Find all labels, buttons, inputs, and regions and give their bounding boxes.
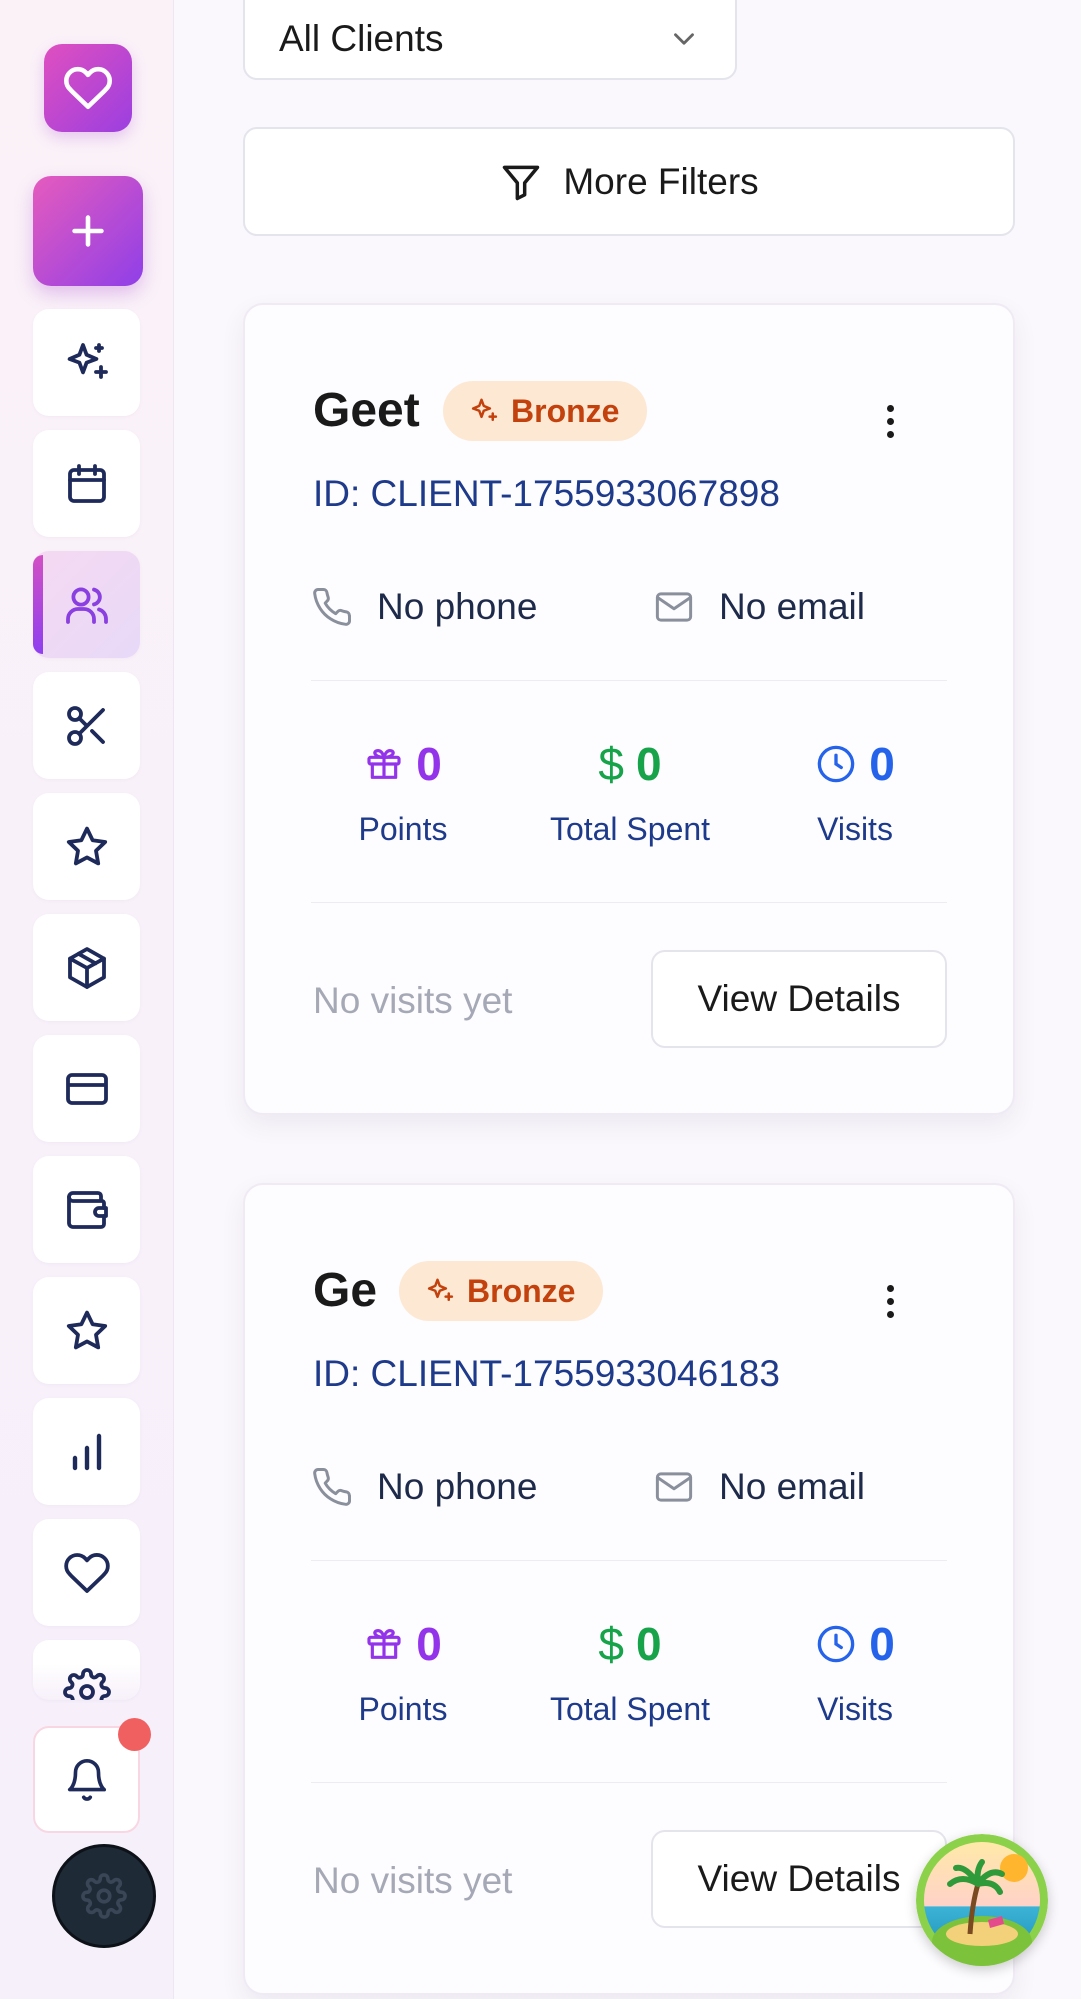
scissors-icon <box>66 705 105 746</box>
app-logo[interactable] <box>44 44 132 132</box>
nav-item-reviews[interactable] <box>33 793 140 900</box>
phone-icon <box>313 588 351 626</box>
phone-text: No phone <box>377 1466 538 1507</box>
points-label: Points <box>358 811 448 847</box>
points-stat: 0 Points <box>303 737 503 848</box>
sparkles-icon <box>471 398 498 421</box>
gift-icon <box>367 1629 401 1659</box>
client-phone: No phone <box>311 1466 537 1508</box>
spent-value: 0 <box>636 1618 662 1670</box>
nav-item-wallet[interactable] <box>33 1156 140 1263</box>
nav-item-favorites[interactable] <box>33 1519 140 1626</box>
add-button[interactable] <box>33 176 143 286</box>
divider <box>311 902 947 903</box>
filter-icon <box>503 165 540 200</box>
island-icon <box>916 1834 1048 1966</box>
credit-card-icon <box>65 1072 108 1105</box>
nav-item-calendar[interactable] <box>33 430 140 537</box>
users-icon <box>65 586 108 624</box>
clock-icon <box>817 745 855 783</box>
points-stat: 0 Points <box>303 1617 503 1728</box>
more-filters-label: More Filters <box>563 160 759 202</box>
wallet-icon <box>66 1190 108 1229</box>
view-details-button[interactable]: View Details <box>651 1830 947 1928</box>
divider <box>311 680 947 681</box>
chevron-down-icon <box>674 33 694 45</box>
phone-icon <box>313 1468 351 1506</box>
divider <box>311 1560 947 1561</box>
sidebar <box>0 0 174 1999</box>
dollar-icon: $ <box>598 738 624 790</box>
client-card: Geet Bronze ID: CLIENT-1755933067898 No … <box>243 303 1015 1115</box>
clock-icon <box>817 1625 855 1663</box>
more-options-button[interactable] <box>875 391 905 451</box>
client-name: Ge <box>313 1264 378 1317</box>
visits-stat: 0 Visits <box>755 737 955 848</box>
phone-text: No phone <box>377 586 538 627</box>
client-email: No email <box>653 1466 865 1508</box>
visits-stat: 0 Visits <box>755 1617 955 1728</box>
spent-label: Total Spent <box>549 811 711 847</box>
client-id: ID: CLIENT-1755933046183 <box>313 1353 780 1394</box>
nav-item-loyalty[interactable] <box>33 1277 140 1384</box>
client-card: Ge Bronze ID: CLIENT-1755933046183 No ph… <box>243 1183 1015 1995</box>
total-spent-stat: $ 0 Total Spent <box>530 1617 730 1728</box>
more-options-button[interactable] <box>875 1271 905 1331</box>
bell-icon <box>67 1758 106 1801</box>
nav-item-services[interactable] <box>33 672 140 779</box>
gear-icon <box>62 1668 111 1700</box>
gear-icon <box>81 1873 127 1919</box>
sparkles-icon <box>427 1278 454 1301</box>
client-phone: No phone <box>311 586 537 628</box>
floating-settings-button[interactable] <box>52 1844 156 1948</box>
client-id: ID: CLIENT-1755933067898 <box>313 473 780 514</box>
points-value: 0 <box>416 1618 442 1670</box>
visits-label: Visits <box>817 811 893 847</box>
email-text: No email <box>719 586 865 627</box>
spent-value: 0 <box>636 738 662 790</box>
nav-item-payments[interactable] <box>33 1035 140 1142</box>
client-filter-value: All Clients <box>279 18 444 59</box>
email-text: No email <box>719 1466 865 1507</box>
nav-item-settings[interactable] <box>33 1640 140 1700</box>
mail-icon <box>655 592 693 622</box>
last-visit-text: No visits yet <box>313 980 513 1021</box>
plus-icon <box>72 215 104 247</box>
visits-value: 0 <box>869 1618 895 1670</box>
spent-label: Total Spent <box>549 1691 711 1727</box>
tier-badge: Bronze <box>399 1261 604 1321</box>
tier-badge: Bronze <box>443 381 648 441</box>
tier-label: Bronze <box>511 392 620 429</box>
client-email: No email <box>653 586 865 628</box>
heart-icon <box>64 66 112 110</box>
last-visit-text: No visits yet <box>313 1860 513 1901</box>
island-assistant-button[interactable] <box>916 1834 1048 1966</box>
gift-icon <box>367 749 401 779</box>
nav-item-products[interactable] <box>33 914 140 1021</box>
star-icon <box>66 826 107 865</box>
heart-icon <box>63 1552 110 1593</box>
sparkles-icon <box>67 342 108 379</box>
more-filters-button[interactable]: More Filters <box>243 127 1015 236</box>
visits-label: Visits <box>817 1691 893 1727</box>
nav-item-clients[interactable] <box>33 551 140 658</box>
view-details-button[interactable]: View Details <box>651 950 947 1048</box>
tier-label: Bronze <box>467 1272 576 1309</box>
calendar-icon <box>67 463 106 503</box>
points-label: Points <box>358 1691 448 1727</box>
dollar-icon: $ <box>598 1618 624 1670</box>
star-icon <box>66 1310 107 1349</box>
notification-badge <box>118 1718 151 1751</box>
nav-item-ai[interactable] <box>33 309 140 416</box>
divider <box>311 1782 947 1783</box>
nav-item-analytics[interactable] <box>33 1398 140 1505</box>
visits-value: 0 <box>869 738 895 790</box>
points-value: 0 <box>416 738 442 790</box>
bar-chart-icon <box>72 1433 101 1470</box>
total-spent-stat: $ 0 Total Spent <box>530 737 730 848</box>
package-icon <box>67 946 106 989</box>
client-filter-select[interactable]: All Clients <box>243 0 737 80</box>
mail-icon <box>655 1472 693 1502</box>
client-name: Geet <box>313 384 420 437</box>
